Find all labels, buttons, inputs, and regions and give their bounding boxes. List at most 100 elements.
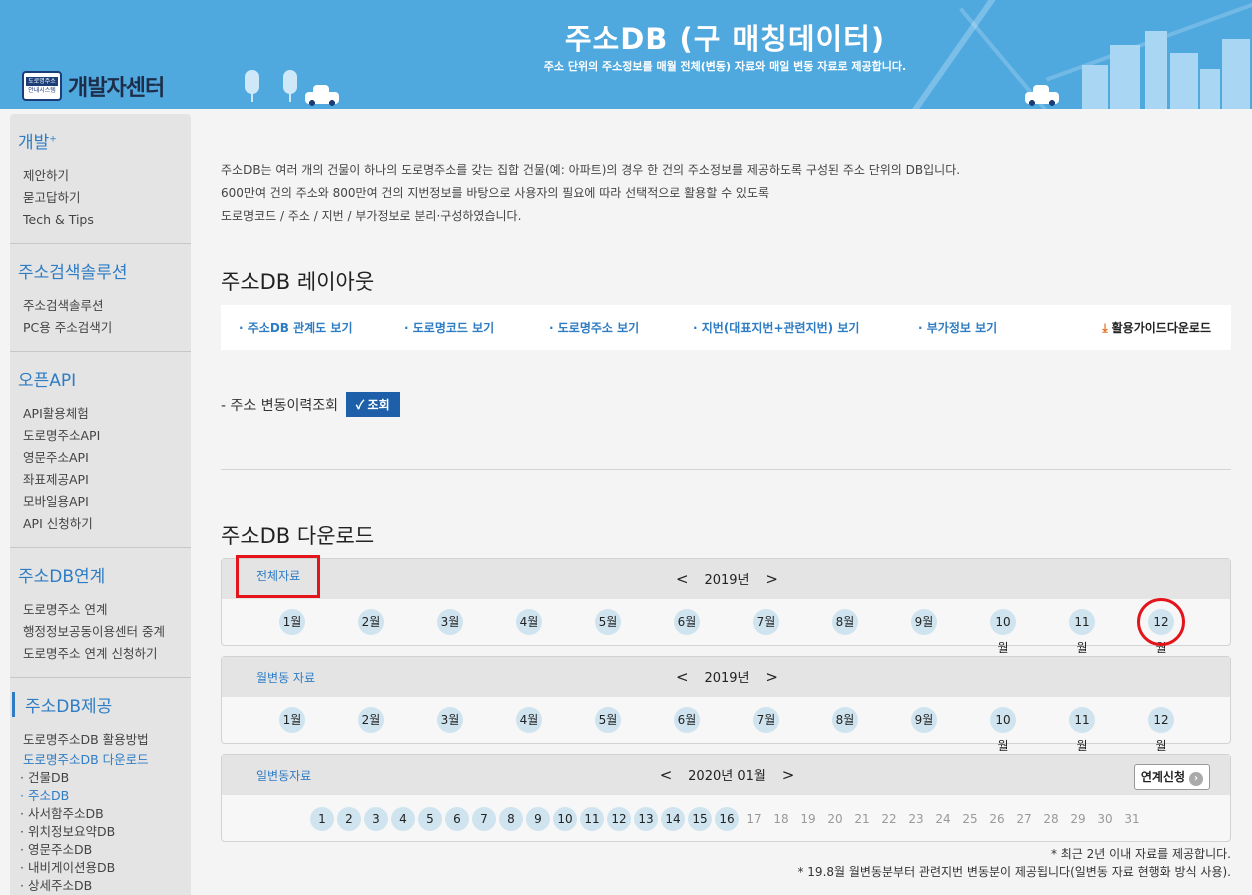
sidebar-heading[interactable]: 개발+ — [10, 128, 191, 153]
layout-link-roadcode[interactable]: · 도로명코드 보기 — [404, 319, 494, 336]
month-button[interactable]: 6월 — [674, 609, 700, 635]
sidebar-item[interactable]: 모바일용API — [10, 491, 191, 513]
sidebar-heading[interactable]: 오픈API — [10, 366, 191, 391]
full-data-panel: 전체자료 < 2019년 > 1월 2월 3월 4월 5월 6월 7월 8월 9… — [221, 555, 1231, 655]
sidebar-item[interactable]: 묻고답하기 — [10, 187, 191, 209]
intro-line: 600만여 건의 주소와 800만여 건의 지번정보를 바탕으로 사용자의 필요… — [221, 186, 770, 200]
layout-link-extra[interactable]: · 부가정보 보기 — [918, 319, 997, 336]
month-button[interactable]: 3월 — [437, 707, 463, 733]
sidebar-subitem[interactable]: · 위치정보요약DB — [10, 823, 191, 841]
day-button-disabled: 26 — [989, 812, 1005, 826]
download-heading: 주소DB 다운로드 — [221, 524, 375, 548]
month-button-highlighted[interactable]: 12월 — [1137, 598, 1185, 655]
layout-link-bar: · 주소DB 관계도 보기 · 도로명코드 보기 · 도로명주소 보기 · 지번… — [221, 305, 1231, 350]
month-button[interactable]: 4월 — [516, 707, 542, 733]
next-year-button[interactable]: > — [754, 570, 790, 588]
day-button[interactable]: 13 — [634, 807, 658, 831]
month-button[interactable]: 2월 — [358, 707, 384, 733]
sidebar-item[interactable]: API활용체험 — [10, 403, 191, 425]
month-button[interactable]: 10월 — [990, 609, 1016, 655]
prev-month-button[interactable]: < — [648, 766, 684, 784]
sidebar-item[interactable]: API 신청하기 — [10, 513, 191, 535]
day-button[interactable]: 2 — [337, 807, 361, 831]
month-button[interactable]: 4월 — [516, 609, 542, 635]
month-button[interactable]: 5월 — [595, 707, 621, 733]
sidebar-item[interactable]: 주소검색솔루션 — [10, 295, 191, 317]
sidebar-heading-active[interactable]: 주소DB제공 — [12, 692, 191, 717]
sidebar-item[interactable]: PC용 주소검색기 — [10, 317, 191, 339]
history-search: - 주소 변동이력조회 ✓ 조회 — [221, 392, 400, 417]
sidebar-section-search: 주소검색솔루션 주소검색솔루션 PC용 주소검색기 — [10, 244, 191, 352]
day-button[interactable]: 3 — [364, 807, 388, 831]
prev-year-button[interactable]: < — [664, 668, 700, 686]
sidebar-item[interactable]: 좌표제공API — [10, 469, 191, 491]
day-button[interactable]: 5 — [418, 807, 442, 831]
day-button-disabled: 31 — [1124, 812, 1140, 826]
day-button-disabled: 21 — [854, 812, 870, 826]
month-button[interactable]: 8월 — [832, 609, 858, 635]
month-button[interactable]: 9월 — [911, 609, 937, 635]
sidebar-subitem-selected[interactable]: · 주소DB — [10, 787, 191, 805]
day-button[interactable]: 11 — [580, 807, 604, 831]
layout-link-jibun[interactable]: · 지번(대표지번+관련지번) 보기 — [693, 319, 859, 336]
intro-text: 주소DB는 여러 개의 건물이 하나의 도로명주소를 갖는 집합 건물(예: 아… — [221, 159, 960, 228]
month-button[interactable]: 1월 — [279, 609, 305, 635]
month-button[interactable]: 6월 — [674, 707, 700, 733]
month-button[interactable]: 5월 — [595, 609, 621, 635]
day-button[interactable]: 10 — [553, 807, 577, 831]
sidebar-item[interactable]: Tech & Tips — [10, 209, 191, 231]
day-button[interactable]: 4 — [391, 807, 415, 831]
sidebar-section-openapi: 오픈API API활용체험 도로명주소API 영문주소API 좌표제공API 모… — [10, 352, 191, 548]
day-button[interactable]: 8 — [499, 807, 523, 831]
day-button[interactable]: 16 — [715, 807, 739, 831]
day-button-disabled: 30 — [1097, 812, 1113, 826]
month-button[interactable]: 11월 — [1069, 609, 1095, 655]
day-button[interactable]: 6 — [445, 807, 469, 831]
day-button[interactable]: 14 — [661, 807, 685, 831]
day-button[interactable]: 15 — [688, 807, 712, 831]
sidebar-item[interactable]: 도로명주소 연계 — [10, 599, 191, 621]
sidebar-item[interactable]: 도로명주소DB 활용방법 — [10, 729, 191, 751]
month-button[interactable]: 2월 — [358, 609, 384, 635]
month-button[interactable]: 3월 — [437, 609, 463, 635]
sidebar-subitem[interactable]: · 내비게이션용DB — [10, 859, 191, 877]
day-button[interactable]: 7 — [472, 807, 496, 831]
layout-link-address[interactable]: · 도로명주소 보기 — [549, 319, 639, 336]
history-label: - 주소 변동이력조회 — [221, 397, 338, 414]
sidebar-subitem[interactable]: · 영문주소DB — [10, 841, 191, 859]
day-button-disabled: 24 — [935, 812, 951, 826]
link-request-button[interactable]: 연계신청 › — [1133, 764, 1210, 790]
sidebar-item[interactable]: 행정정보공동이용센터 중계 — [10, 621, 191, 643]
guide-download-link[interactable]: ⤓ 활용가이드다운로드 — [1102, 319, 1211, 336]
next-month-button[interactable]: > — [770, 766, 806, 784]
next-year-button[interactable]: > — [754, 668, 790, 686]
day-button[interactable]: 9 — [526, 807, 550, 831]
month-button[interactable]: 8월 — [832, 707, 858, 733]
sidebar-item[interactable]: 제안하기 — [10, 165, 191, 187]
sidebar-item-selected[interactable]: 도로명주소DB 다운로드 — [10, 751, 191, 769]
month-button[interactable]: 9월 — [911, 707, 937, 733]
sidebar-heading[interactable]: 주소DB연계 — [10, 562, 191, 587]
month-button[interactable]: 7월 — [753, 707, 779, 733]
sidebar-subitem[interactable]: · 건물DB — [10, 769, 191, 787]
sidebar-item[interactable]: 영문주소API — [10, 447, 191, 469]
sidebar-subitem[interactable]: · 상세주소DB — [10, 877, 191, 895]
month-button[interactable]: 10월 — [990, 707, 1016, 753]
sidebar-subitem[interactable]: · 사서함주소DB — [10, 805, 191, 823]
month-button[interactable]: 11월 — [1069, 707, 1095, 753]
month-button[interactable]: 1월 — [279, 707, 305, 733]
day-button[interactable]: 1 — [310, 807, 334, 831]
layout-link-relation[interactable]: · 주소DB 관계도 보기 — [239, 319, 352, 336]
day-button-disabled: 29 — [1070, 812, 1086, 826]
sidebar-item[interactable]: 도로명주소 연계 신청하기 — [10, 643, 191, 665]
day-button[interactable]: 12 — [607, 807, 631, 831]
month-button[interactable]: 12월 — [1148, 707, 1174, 753]
site-logo[interactable]: 도로명주소 안내시스템 개발자센터 — [22, 70, 165, 102]
sidebar-item[interactable]: 도로명주소API — [10, 425, 191, 447]
prev-year-button[interactable]: < — [664, 570, 700, 588]
day-button-disabled: 19 — [800, 812, 816, 826]
month-button[interactable]: 7월 — [753, 609, 779, 635]
history-search-button[interactable]: ✓ 조회 — [346, 392, 400, 417]
day-row: 1 2 3 4 5 6 7 8 9 10 11 12 13 14 15 16 17 18 19 20 21 22 23 24 2… — [222, 795, 1230, 841]
sidebar-heading[interactable]: 주소검색솔루션 — [10, 258, 191, 283]
